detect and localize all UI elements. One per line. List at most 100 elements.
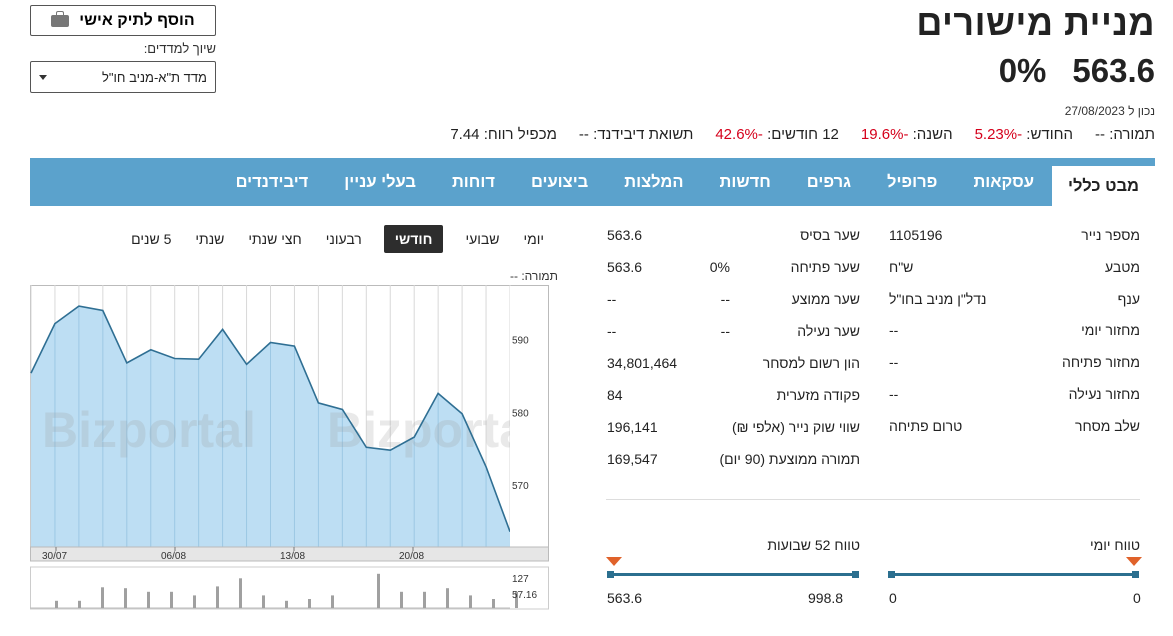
info-label: שלב מסחר xyxy=(1075,417,1140,434)
info-value: -- xyxy=(607,323,617,339)
tab-5[interactable]: המלצות xyxy=(606,158,701,206)
page-title: מניית מישורים xyxy=(916,2,1155,43)
week52-range-high: 998.8 xyxy=(808,590,844,606)
period-button-3[interactable]: רבעוני xyxy=(324,225,364,253)
daily-range-marker-icon xyxy=(1126,557,1142,566)
info-value: 563.6 xyxy=(607,227,643,243)
index-selected-value: מדד ת"א-מניב חו"ל xyxy=(102,69,207,85)
volume-bar xyxy=(193,595,196,608)
x-tick-label: 20/08 xyxy=(399,551,424,562)
volume-bar xyxy=(78,600,81,608)
stat-item: מכפיל רווח: 7.44 xyxy=(450,126,557,143)
week52-range-low: 563.6 xyxy=(607,590,643,606)
tab-2[interactable]: פרופיל xyxy=(869,158,955,206)
price-change: 0% xyxy=(998,52,1047,89)
tab-8[interactable]: בעלי עניין xyxy=(326,158,434,206)
info-value: 196,141 xyxy=(607,419,658,435)
volume-bar xyxy=(285,600,288,608)
stat-value: -- xyxy=(1095,126,1106,143)
daily-range-end-right xyxy=(1132,571,1139,578)
daily-range-end-left xyxy=(888,571,895,578)
add-to-portfolio-label: הוסף לתיק אישי xyxy=(79,11,195,29)
volume-bar xyxy=(55,600,58,608)
volume-bar xyxy=(492,599,495,608)
stat-label: מכפיל רווח: xyxy=(483,126,557,143)
period-button-5[interactable]: שנתי xyxy=(193,225,226,253)
chart-period-selector: יומי שבועי חודשי רבעוני חצי שנתי שנתי 5 שנים xyxy=(96,225,546,253)
stat-item: השנה: -19.6% xyxy=(861,126,953,143)
info-label: שער בסיס xyxy=(800,227,860,243)
x-tick-label: 13/08 xyxy=(280,551,305,562)
tab-9[interactable]: דיבידנדים xyxy=(218,158,327,206)
tab-0[interactable]: מבט כללי xyxy=(1052,166,1155,206)
stat-label: החודש: xyxy=(1026,126,1074,143)
stat-value: -19.6% xyxy=(860,126,909,143)
volume-bar xyxy=(262,595,265,608)
info-label: מחזור יומי xyxy=(1081,322,1140,339)
stat-value: -5.23% xyxy=(974,126,1023,143)
volume-bar xyxy=(331,595,334,608)
stat-item: תשואת דיבידנד: -- xyxy=(579,126,693,143)
add-to-portfolio-button[interactable]: הוסף לתיק אישי xyxy=(30,5,216,36)
price-row: 0% 563.6 xyxy=(999,52,1155,90)
info-mid-value: 0% xyxy=(709,259,730,275)
info-label: מספר נייר xyxy=(1081,227,1140,243)
period-button-6[interactable]: 5 שנים xyxy=(129,225,173,253)
info-label: מחזור נעילה xyxy=(1068,386,1140,402)
tab-6[interactable]: ביצועים xyxy=(513,158,606,206)
info-label: שער נעילה xyxy=(797,323,860,339)
tab-1[interactable]: עסקאות xyxy=(955,158,1052,206)
index-label: שיוך למדדים: xyxy=(143,41,216,56)
info-label: פקודה מזערית xyxy=(776,387,860,403)
tab-bar: מבט כללי עסקאות פרופיל גרפים חדשות המלצות ביצו… xyxy=(30,158,1155,206)
volume-bar xyxy=(469,595,472,608)
y-tick-label: 590 xyxy=(512,336,529,347)
info-value: -- xyxy=(889,322,899,339)
stat-item: החודש: -5.23% xyxy=(975,126,1073,143)
week52-range-end-right xyxy=(852,571,859,578)
info-value: ש"ח xyxy=(889,258,914,275)
as-of-date: נכון ל 27/08/2023 xyxy=(1064,104,1155,118)
period-button-2[interactable]: חודשי xyxy=(383,225,444,253)
info-value: טרום פתיחה xyxy=(889,417,963,434)
stat-label: תשואת דיבידנד: xyxy=(593,126,694,143)
info-label: מחזור פתיחה xyxy=(1061,354,1140,371)
price-chart[interactable]: Bizportal Bizportal 570 580 590 30/07 06/08 13/… xyxy=(30,285,550,615)
stat-item: תמורה: -- xyxy=(1095,126,1155,143)
volume-tick-label: 57.16 xyxy=(512,590,537,601)
stat-item: 12 חודשים: -42.6% xyxy=(715,126,839,143)
daily-range-bar xyxy=(890,573,1138,576)
tab-3[interactable]: גרפים xyxy=(789,158,869,206)
stats-row: תמורה: -- החודש: -5.23% השנה: -19.6% 12 חוד… xyxy=(450,126,1155,143)
volume-bar xyxy=(216,586,219,608)
bizportal-watermark: Bizportal xyxy=(327,402,541,458)
stat-value: -- xyxy=(578,126,589,143)
week52-range-end-left xyxy=(607,571,614,578)
x-tick-label: 30/07 xyxy=(42,551,67,562)
info-value: נדל"ן מניב בחו"ל xyxy=(889,290,987,307)
week52-range-bar xyxy=(610,573,858,576)
chart-turnover-label: תמורה: -- xyxy=(510,269,558,283)
stat-label: 12 חודשים: xyxy=(767,126,839,143)
stat-value: 7.44 xyxy=(450,126,480,143)
info-value: 84 xyxy=(607,387,623,403)
volume-bar xyxy=(239,578,242,608)
tab-4[interactable]: חדשות xyxy=(702,158,789,206)
chevron-down-icon xyxy=(39,74,47,80)
period-button-4[interactable]: חצי שנתי xyxy=(246,225,303,253)
info-mid-value: -- xyxy=(720,291,730,307)
info-value: 169,547 xyxy=(607,451,658,467)
volume-bar xyxy=(377,573,380,608)
volume-bar xyxy=(423,591,426,608)
period-button-0[interactable]: יומי xyxy=(521,225,546,253)
volume-bar xyxy=(400,591,403,608)
index-select[interactable]: מדד ת"א-מניב חו"ל xyxy=(30,61,216,93)
stat-label: השנה: xyxy=(912,126,953,143)
tab-7[interactable]: דוחות xyxy=(434,158,513,206)
volume-tick-label: 127 xyxy=(512,574,529,585)
y-tick-label: 580 xyxy=(512,408,529,419)
info-value: 1105196 xyxy=(889,227,943,243)
volume-bar xyxy=(147,591,150,608)
period-button-1[interactable]: שבועי xyxy=(463,225,501,253)
volume-bar xyxy=(124,588,127,608)
